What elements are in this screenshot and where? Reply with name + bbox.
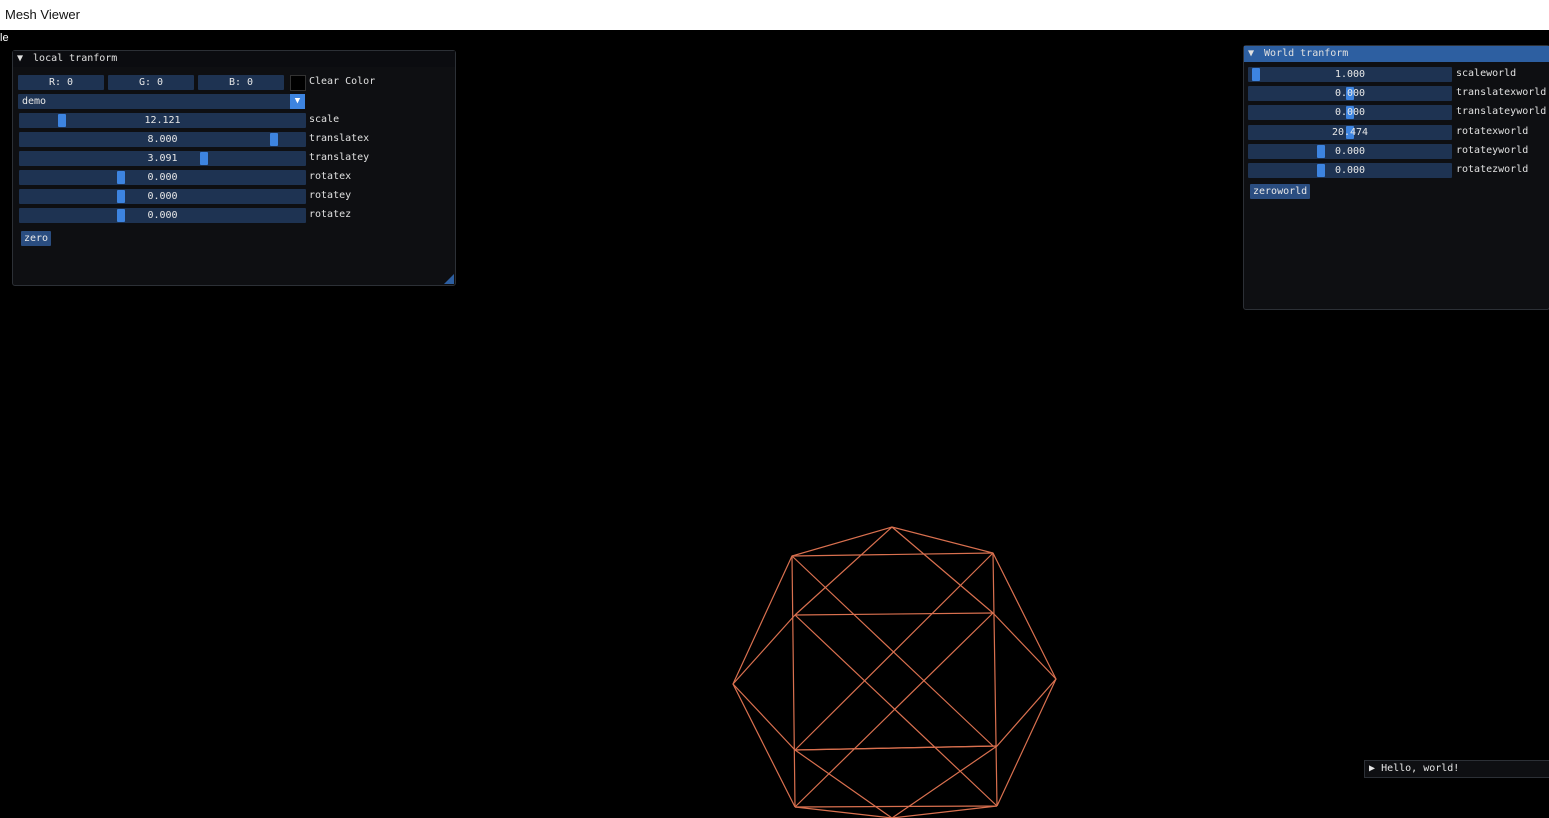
translatex-slider[interactable]: 8.000: [19, 132, 306, 147]
slider-label: translatex: [309, 133, 370, 144]
collapse-arrow-icon[interactable]: ▼: [17, 51, 27, 67]
slider-value: 0.000: [1334, 88, 1366, 100]
slider-label: rotateyworld: [1456, 144, 1529, 156]
expand-arrow-icon[interactable]: ▶: [1369, 763, 1375, 774]
hello-window-title: Hello, world!: [1381, 763, 1460, 774]
slider-value: 8.000: [147, 134, 178, 145]
translatey-slider[interactable]: 3.091: [19, 151, 306, 166]
slider-value: 0.000: [1334, 145, 1366, 157]
resize-grip-icon[interactable]: [444, 274, 454, 284]
world-transform-header[interactable]: ▼ World tranform: [1244, 46, 1549, 62]
mesh-edge: [732, 526, 1057, 808]
rotatey-slider[interactable]: 0.000: [19, 189, 306, 204]
collapse-arrow-icon[interactable]: ▼: [1248, 46, 1258, 62]
local-transform-header[interactable]: ▼ local tranform: [13, 51, 455, 67]
rotatezworld-slider[interactable]: 0.000: [1248, 163, 1452, 178]
rotatex-slider[interactable]: 0.000: [19, 170, 306, 185]
slider-value: 0.000: [147, 210, 178, 221]
clear-color-swatch[interactable]: [290, 75, 306, 91]
slider-value: 0.000: [147, 191, 178, 202]
clear-color-label: Clear Color: [309, 76, 376, 87]
slider-label: rotatex: [309, 171, 352, 182]
slider-value: 1.000: [1334, 69, 1366, 80]
slider-label: translatexworld: [1456, 87, 1547, 99]
translateyworld-slider[interactable]: 0.000: [1248, 105, 1452, 121]
color-r-field[interactable]: R: 0: [18, 75, 104, 90]
rotateyworld-slider[interactable]: 0.000: [1248, 143, 1452, 159]
hello-window-collapsed[interactable]: ▶ Hello, world!: [1364, 760, 1549, 778]
slider-value: 20.474: [1331, 126, 1369, 138]
slider-value: 12.121: [144, 115, 181, 126]
mesh-wireframe: [732, 526, 1057, 818]
rotatexworld-slider[interactable]: 20.474: [1248, 124, 1452, 140]
slider-value: 3.091: [147, 153, 178, 164]
slider-label: translateyworld: [1456, 106, 1547, 118]
slider-value: 0.000: [147, 172, 178, 183]
world-transform-window[interactable]: ▼ World tranform 1.000 scaleworld 0.000 tra…: [1243, 45, 1549, 310]
scaleworld-slider[interactable]: 1.000: [1248, 67, 1452, 82]
slider-label: scaleworld: [1456, 68, 1517, 79]
slider-value: 0.000: [1334, 107, 1366, 119]
color-g-field[interactable]: G: 0: [108, 75, 194, 90]
color-b-field[interactable]: B: 0: [198, 75, 284, 90]
translatexworld-slider[interactable]: 0.000: [1248, 86, 1452, 102]
slider-label: rotatezworld: [1456, 164, 1529, 175]
slider-label: rotatexworld: [1456, 125, 1529, 137]
slider-label: rotatey: [309, 190, 352, 201]
zero-button[interactable]: zero: [21, 231, 52, 246]
local-transform-window[interactable]: ▼ local tranform R: 0 G: 0 B: 0 Clear Co…: [12, 50, 456, 286]
mesh-edge: [732, 526, 1057, 751]
chevron-down-icon[interactable]: ▼: [290, 94, 305, 109]
slider-label: rotatez: [309, 209, 352, 220]
zeroworld-button[interactable]: zeroworld: [1250, 184, 1311, 199]
slider-label: scale: [309, 114, 340, 125]
local-transform-title: local tranform: [33, 53, 118, 64]
scale-slider[interactable]: 12.121: [19, 113, 306, 128]
world-transform-title: World tranform: [1264, 48, 1349, 59]
slider-value: 0.000: [1334, 165, 1366, 176]
mesh-combo[interactable]: demo ▼: [18, 94, 305, 109]
slider-label: translatey: [309, 152, 370, 163]
rotatez-slider[interactable]: 0.000: [19, 208, 306, 223]
